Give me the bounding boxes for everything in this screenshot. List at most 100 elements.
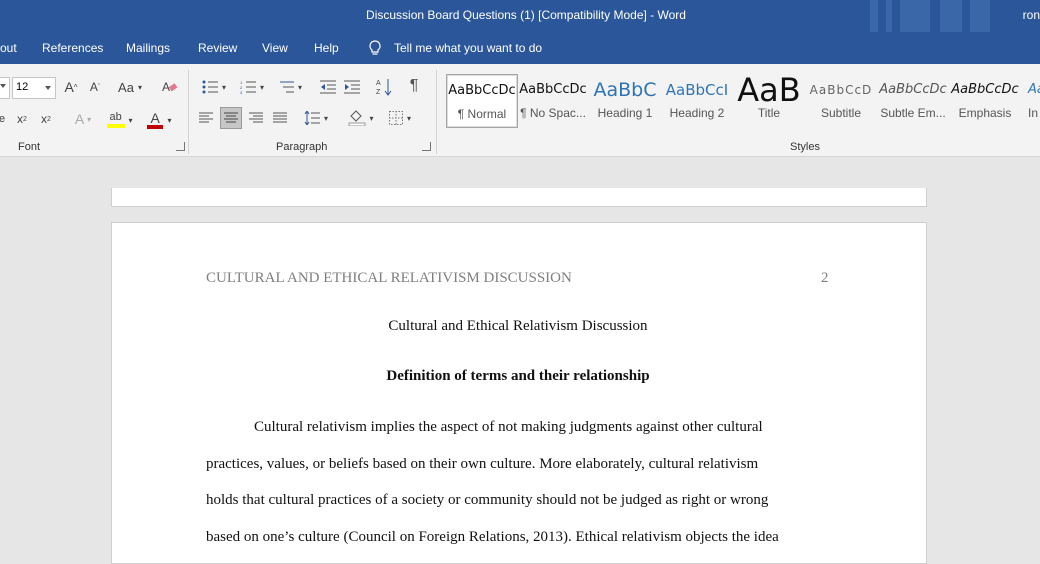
group-divider — [188, 70, 189, 154]
style-label: Heading 1 — [597, 106, 653, 120]
paragraph-group-label: Paragraph — [276, 141, 328, 153]
svg-text:A: A — [162, 80, 170, 94]
window-title: Discussion Board Questions (1) [Compatib… — [366, 8, 686, 22]
chevron-down-icon: ▾ — [297, 82, 302, 92]
align-left-button[interactable] — [196, 108, 216, 128]
style-sample: AaB — [737, 74, 801, 106]
justify-button[interactable] — [270, 108, 290, 128]
style-subtle-emphasis[interactable]: AaBbCcDc Subtle Em... — [878, 74, 948, 126]
chevron-down-icon: ▾ — [259, 82, 264, 92]
paint-bucket-icon — [348, 110, 366, 126]
chevron-down-icon: ▾ — [221, 82, 226, 92]
style-sample: AaBbCcI — [665, 81, 729, 99]
change-case-button[interactable]: Aa ▾ — [112, 78, 148, 96]
style-label: ¶ No Spac... — [520, 106, 586, 120]
font-color-icon: A — [146, 110, 164, 129]
style-title[interactable]: AaB Title — [734, 74, 804, 126]
group-divider — [436, 70, 437, 154]
grow-font-button[interactable]: A ^ — [62, 78, 80, 96]
style-sample: AaBbCcDc — [519, 82, 587, 97]
tab-view[interactable]: View — [262, 41, 288, 55]
paragraph-dialog-launcher[interactable] — [422, 142, 431, 151]
body-line: Cultural relativism implies the aspect o… — [254, 419, 763, 435]
font-name-dropdown[interactable] — [0, 77, 10, 99]
style-heading-2[interactable]: AaBbCcI Heading 2 — [662, 74, 732, 126]
sort-button[interactable]: AZ — [374, 76, 394, 98]
page-1-bottom — [111, 188, 927, 207]
text-effects-button[interactable]: A ▾ — [68, 110, 98, 128]
bullet-list-icon — [202, 80, 218, 94]
multilevel-list-icon — [279, 81, 294, 93]
body-line: based on one’s culture (Council on Forei… — [206, 529, 779, 545]
center-button[interactable] — [220, 107, 242, 129]
style-emphasis[interactable]: AaBbCcDc Emphasis — [950, 74, 1020, 126]
tab-help[interactable]: Help — [314, 41, 339, 55]
style-sample: Aa — [1028, 82, 1040, 97]
document-title: Cultural and Ethical Relativism Discussi… — [388, 318, 648, 334]
body-line: holds that cultural practices of a socie… — [206, 492, 769, 508]
show-formatting-button[interactable]: ¶ — [404, 76, 424, 96]
style-label: In — [1028, 106, 1039, 120]
chevron-down-icon — [45, 86, 51, 90]
chevron-down-icon: ▾ — [137, 82, 142, 92]
align-right-icon — [249, 112, 263, 123]
style-sample: AaBbC — [593, 79, 657, 101]
style-sample: AaBbCcDc — [879, 82, 947, 97]
chevron-down-icon: ▾ — [406, 113, 411, 123]
subscript-button[interactable]: x2 — [12, 110, 32, 128]
bullets-button[interactable]: ▾ — [198, 78, 230, 96]
numbering-button[interactable]: 123 ▾ — [236, 78, 268, 96]
superscript-button[interactable]: x2 — [36, 110, 56, 128]
font-dialog-launcher[interactable] — [176, 142, 185, 151]
strikethrough-button[interactable]: e — [0, 110, 8, 128]
font-size-dropdown[interactable]: 12 — [12, 77, 56, 99]
chevron-down-icon: ▾ — [167, 115, 172, 125]
change-case-label: Aa — [118, 79, 134, 95]
tab-mailings[interactable]: Mailings — [126, 41, 170, 55]
style-sample: AaBbCcDc — [951, 82, 1019, 97]
body-line: practices, values, or beliefs based on t… — [206, 456, 759, 472]
highlight-color-button[interactable]: ab ▾ — [104, 110, 136, 130]
user-name[interactable]: ron — [1023, 8, 1040, 22]
multilevel-list-button[interactable]: ▾ — [274, 78, 306, 96]
decrease-indent-button[interactable] — [318, 78, 338, 96]
tab-references[interactable]: References — [42, 41, 103, 55]
highlighter-icon: ab — [107, 111, 126, 129]
chevron-down-icon: ▾ — [128, 115, 133, 125]
style-no-spacing[interactable]: AaBbCcDc ¶ No Spac... — [518, 74, 588, 126]
shrink-font-button[interactable]: Aˇ — [86, 78, 104, 96]
font-color-button[interactable]: A ▾ — [142, 110, 176, 130]
tab-review[interactable]: Review — [198, 41, 237, 55]
ribbon-tabs: out References Mailings Review View Help… — [0, 32, 1040, 64]
styles-group-label: Styles — [790, 141, 820, 153]
style-heading-1[interactable]: AaBbC Heading 1 — [590, 74, 660, 126]
svg-text:3: 3 — [240, 90, 243, 94]
shading-button[interactable]: ▾ — [344, 108, 378, 128]
tab-layout[interactable]: out — [0, 41, 17, 55]
chevron-down-icon: ▾ — [87, 114, 92, 124]
align-left-icon — [199, 112, 213, 123]
font-group-label: Font — [18, 141, 41, 153]
borders-button[interactable]: ▾ — [384, 108, 416, 128]
page-number: 2 — [821, 270, 829, 286]
increase-indent-button[interactable] — [342, 78, 362, 96]
style-intense-emphasis[interactable]: Aa In — [1022, 74, 1040, 126]
style-label: Subtle Em... — [880, 106, 946, 120]
svg-text:A: A — [376, 80, 381, 87]
align-center-icon — [224, 112, 238, 123]
style-subtitle[interactable]: AaBbCcD Subtitle — [806, 74, 876, 126]
align-right-button[interactable] — [246, 108, 266, 128]
font-size-value: 12 — [16, 81, 29, 93]
running-head: CULTURAL AND ETHICAL RELATIVISM DISCUSSI… — [206, 270, 572, 286]
style-label: Heading 2 — [669, 106, 725, 120]
chevron-down-icon: ▾ — [323, 113, 328, 123]
numbered-list-icon: 123 — [240, 80, 256, 94]
clear-formatting-button[interactable]: A — [160, 78, 180, 96]
line-spacing-button[interactable]: ▾ — [300, 108, 332, 128]
title-bar: Discussion Board Questions (1) [Compatib… — [0, 0, 1040, 32]
style-sample: AaBbCcD — [809, 83, 873, 97]
tell-me-search[interactable]: Tell me what you want to do — [394, 41, 542, 55]
indent-icon — [344, 80, 360, 94]
style-normal[interactable]: AaBbCcDc ¶ Normal — [446, 74, 518, 128]
svg-text:Z: Z — [376, 89, 381, 96]
